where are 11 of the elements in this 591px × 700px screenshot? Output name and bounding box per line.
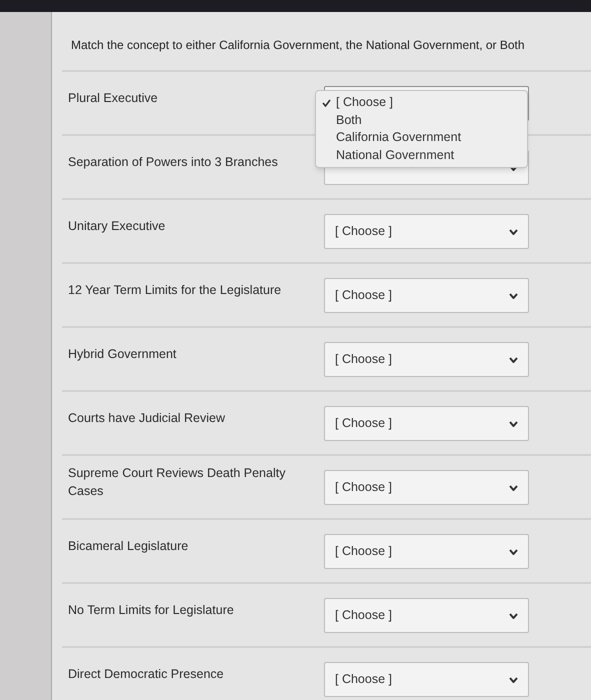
concept-label: Direct Democratic Presence [68, 666, 225, 683]
concept-label: Separation of Powers into 3 Branches [68, 154, 279, 171]
instructions-text: Match the concept to either California Government, the National Government, or Both [71, 37, 525, 54]
concept-label: No Term Limits for Legislature [68, 602, 235, 619]
concept-label: Unitary Executive [68, 218, 166, 235]
concept-label: Plural Executive [68, 90, 159, 107]
concept-label: 12 Year Term Limits for the Legislature [68, 282, 282, 299]
concept-label: Bicameral Legislature [68, 538, 190, 555]
concept-label: Courts have Judicial Review [68, 410, 226, 427]
concept-label: Supreme Court Reviews Death Penalty Cases [68, 465, 286, 500]
concept-label: Hybrid Government [68, 346, 178, 363]
